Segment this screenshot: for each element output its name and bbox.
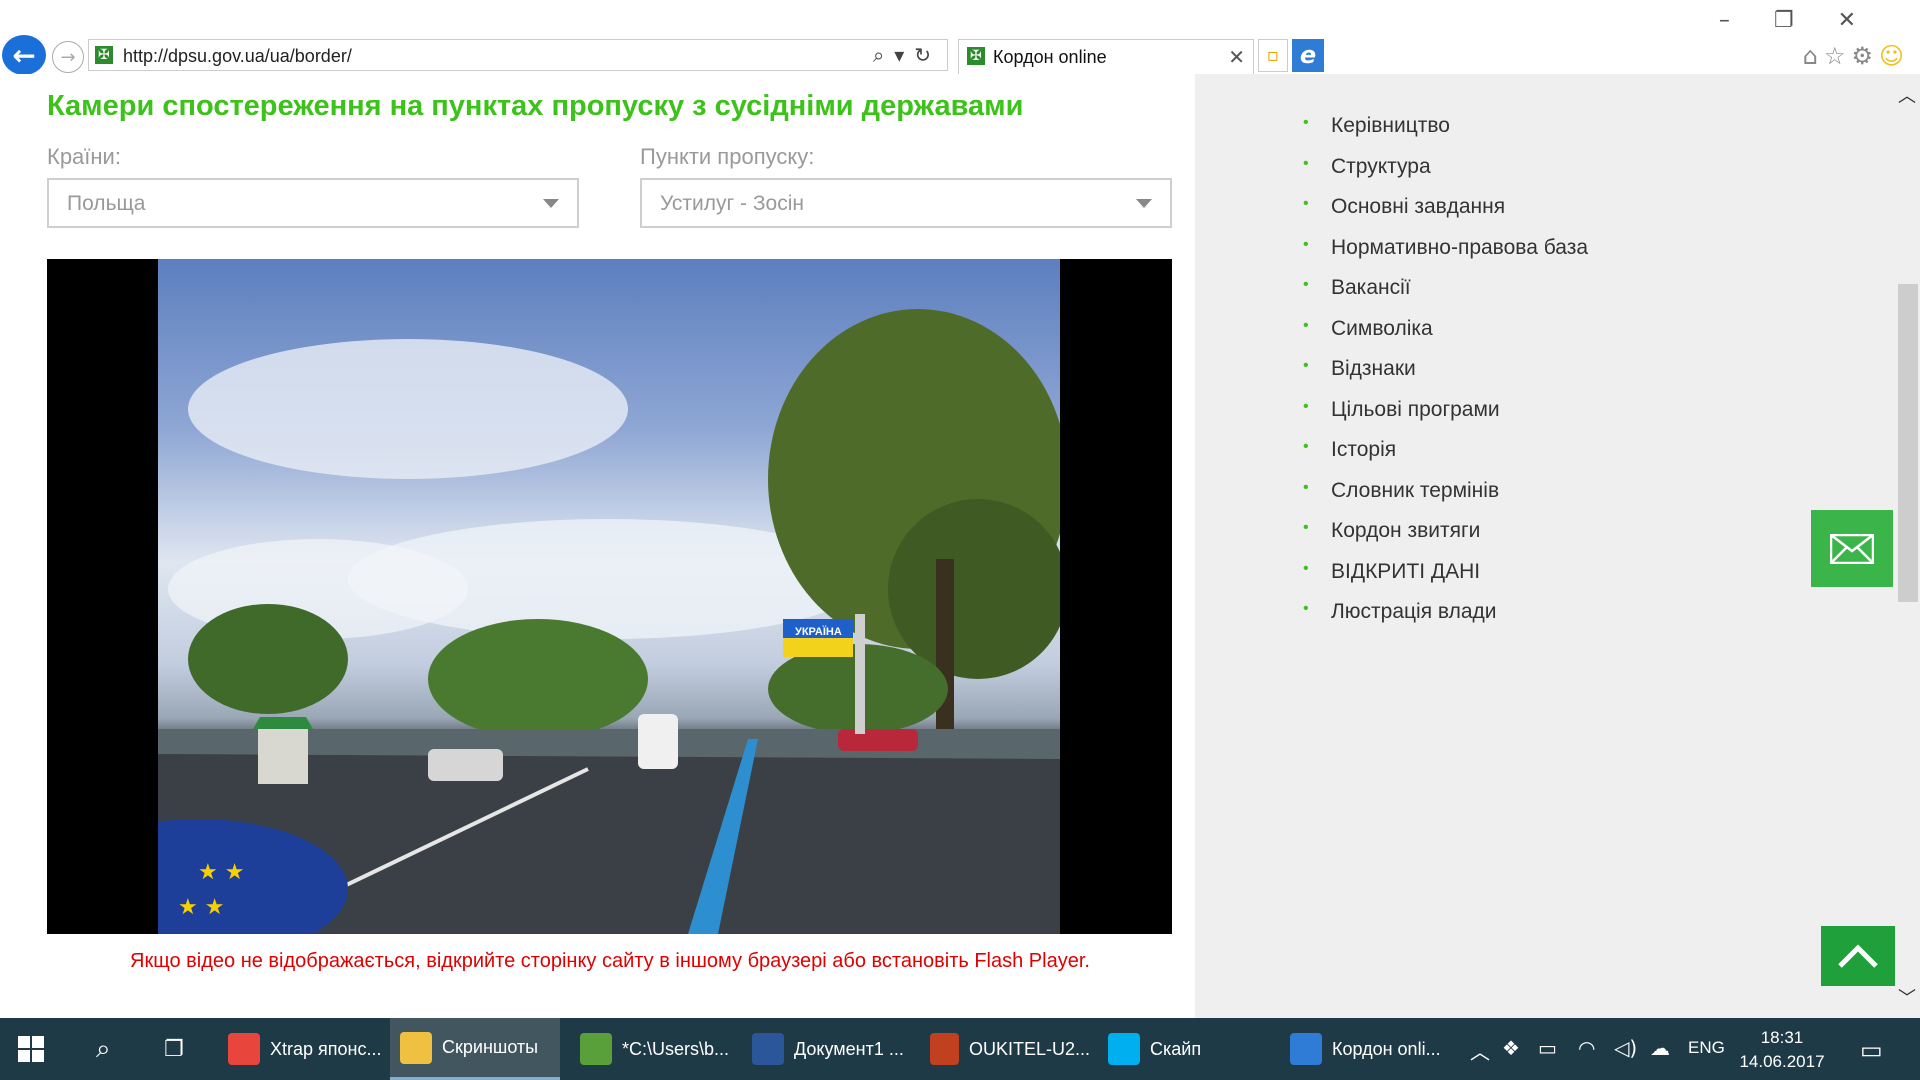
checkpoint-select[interactable]: Устилуг - Зосін xyxy=(640,178,1172,228)
sidebar-item[interactable]: Історія xyxy=(1303,438,1588,479)
app-eye-icon xyxy=(930,1033,959,1065)
sidebar-item[interactable]: Вакансії xyxy=(1303,276,1588,317)
skype-icon xyxy=(1108,1033,1140,1065)
contact-mail-button[interactable] xyxy=(1811,510,1893,587)
search-button[interactable]: ⌕ xyxy=(96,1018,126,1080)
chrome-icon xyxy=(228,1033,260,1065)
wifi-icon[interactable]: ◠ xyxy=(1578,1036,1595,1060)
windows-taskbar: ⌕ ❐ Xtrap японс... Скриншоты *C:\Users\b..… xyxy=(0,1018,1920,1080)
language-indicator[interactable]: ENG xyxy=(1688,1038,1725,1058)
taskbar-app[interactable]: Кордон onli... xyxy=(1280,1018,1460,1080)
browser-tab[interactable]: ✠ Кордон online ✕ xyxy=(958,39,1254,74)
chevron-up-icon[interactable]: ︿ xyxy=(1470,1036,1490,1065)
tab-close-icon[interactable]: ✕ xyxy=(1228,45,1245,69)
clock-date: 14.06.2017 xyxy=(1739,1052,1825,1071)
taskbar-app-label: Скайп xyxy=(1150,1038,1202,1059)
sidebar-item[interactable]: Люстрація влади xyxy=(1303,600,1588,641)
sidebar-item[interactable]: ВІДКРИТІ ДАНІ xyxy=(1303,560,1588,601)
taskbar-app-label: Xtrap японс... xyxy=(270,1038,382,1059)
taskbar-app[interactable]: Скриншоты xyxy=(390,1018,560,1080)
folder-icon xyxy=(400,1031,432,1064)
taskbar-app-label: *C:\Users\b... xyxy=(622,1038,730,1059)
country-select-value: Польща xyxy=(67,192,146,215)
notepad-icon xyxy=(580,1033,612,1065)
checkpoint-select-value: Устилуг - Зосін xyxy=(660,192,804,215)
sidebar-item[interactable]: Словник термінів xyxy=(1303,479,1588,520)
camera-feed-image: УКРАЇНА ★ ★ ★ ★ xyxy=(158,259,1060,934)
taskbar-app-label: Скриншоты xyxy=(442,1037,539,1057)
svg-text:★ ★: ★ ★ xyxy=(178,895,224,920)
search-icon: ⌕ xyxy=(96,1033,111,1064)
taskbar-app[interactable]: Xtrap японс... xyxy=(218,1018,388,1080)
flash-warning-text: Якщо відео не відображається, відкрийте … xyxy=(130,950,1090,972)
ie-logo-icon[interactable]: e xyxy=(1292,39,1324,72)
dropbox-icon[interactable]: ❖ xyxy=(1502,1036,1520,1060)
sidebar-menu: КерівництвоСтруктураОсновні завданняНорм… xyxy=(1303,114,1588,641)
new-tab-button[interactable]: ▫ xyxy=(1258,39,1288,72)
taskbar-app[interactable]: Документ1 ... xyxy=(742,1018,912,1080)
sign-text: УКРАЇНА xyxy=(795,625,842,638)
sidebar-item[interactable]: Символіка xyxy=(1303,317,1588,358)
country-label: Країни: xyxy=(47,144,121,169)
taskbar-app-label: Документ1 ... xyxy=(794,1038,904,1059)
sidebar: КерівництвоСтруктураОсновні завданняНорм… xyxy=(1195,74,1896,1018)
country-select[interactable]: Польща xyxy=(47,178,579,228)
onedrive-icon[interactable]: ☁ xyxy=(1650,1036,1670,1060)
chevron-up-icon xyxy=(1838,944,1878,968)
page-scrollbar[interactable]: ︿ ﹀ xyxy=(1896,74,1920,1018)
notifications-icon[interactable]: ▭ xyxy=(1860,1036,1883,1064)
window-controls[interactable]: –❐✕ xyxy=(1719,8,1900,33)
word-icon xyxy=(752,1033,784,1065)
taskbar-app-label: Кордон onli... xyxy=(1332,1038,1441,1059)
clock-time: 18:31 xyxy=(1760,1028,1804,1047)
sidebar-item[interactable]: Відзнаки xyxy=(1303,357,1588,398)
address-url: http://dpsu.gov.ua/ua/border/ xyxy=(123,46,352,66)
taskbar-app[interactable]: *C:\Users\b... xyxy=(570,1018,740,1080)
sidebar-item[interactable]: Нормативно-правова база xyxy=(1303,236,1588,277)
scroll-up-arrow-icon[interactable]: ︿ xyxy=(1898,82,1916,108)
scroll-down-arrow-icon[interactable]: ﹀ xyxy=(1898,984,1916,1010)
sidebar-item[interactable]: Керівництво xyxy=(1303,114,1588,155)
address-bar[interactable]: ✠ http://dpsu.gov.ua/ua/border/ ⌕▾↻ xyxy=(88,39,948,71)
search-refresh-icons[interactable]: ⌕▾↻ xyxy=(873,43,941,67)
taskbar-app[interactable]: OUKITEL-U2... xyxy=(920,1018,1090,1080)
chevron-down-icon xyxy=(1136,199,1152,208)
sidebar-item[interactable]: Структура xyxy=(1303,155,1588,196)
ie-icon xyxy=(1290,1033,1322,1065)
sidebar-item[interactable]: Кордон звитяги xyxy=(1303,519,1588,560)
tab-title: Кордон online xyxy=(993,47,1107,67)
volume-icon[interactable]: ◁) xyxy=(1614,1036,1637,1060)
tab-favicon-icon: ✠ xyxy=(967,47,985,65)
task-view-icon: ❐ xyxy=(164,1036,184,1062)
checkpoint-label: Пункти пропуску: xyxy=(640,144,815,169)
back-button[interactable]: ← xyxy=(2,35,46,75)
scrollbar-thumb[interactable] xyxy=(1898,284,1918,602)
page-title: Камери спостереження на пунктах пропуску… xyxy=(47,90,1024,122)
camera-scene: УКРАЇНА ★ ★ ★ ★ xyxy=(158,309,1060,934)
browser-tools[interactable]: ⌂☆⚙☺ xyxy=(1803,42,1910,70)
taskbar-clock[interactable]: 18:31 14.06.2017 xyxy=(1732,1026,1832,1074)
forward-button[interactable]: → xyxy=(52,41,84,73)
camera-video-player[interactable]: УКРАЇНА ★ ★ ★ ★ xyxy=(47,259,1172,934)
site-favicon-icon: ✠ xyxy=(95,46,113,64)
task-view-button[interactable]: ❐ xyxy=(164,1018,198,1080)
main-content: Камери спостереження на пунктах пропуску… xyxy=(0,74,1195,1018)
sidebar-item[interactable]: Цільові програми xyxy=(1303,398,1588,439)
battery-icon[interactable]: ▭ xyxy=(1538,1036,1557,1060)
chevron-down-icon xyxy=(543,199,559,208)
start-button[interactable] xyxy=(18,1018,58,1080)
windows-logo-icon xyxy=(18,1036,44,1062)
taskbar-app-label: OUKITEL-U2... xyxy=(968,1038,1090,1059)
browser-chrome: ← → ✠ http://dpsu.gov.ua/ua/border/ ⌕▾↻ … xyxy=(0,0,1920,75)
svg-text:★ ★: ★ ★ xyxy=(198,860,244,885)
envelope-icon xyxy=(1830,533,1874,564)
scroll-to-top-button[interactable] xyxy=(1821,926,1895,986)
taskbar-app[interactable]: Скайп xyxy=(1098,1018,1258,1080)
sidebar-item[interactable]: Основні завдання xyxy=(1303,195,1588,236)
